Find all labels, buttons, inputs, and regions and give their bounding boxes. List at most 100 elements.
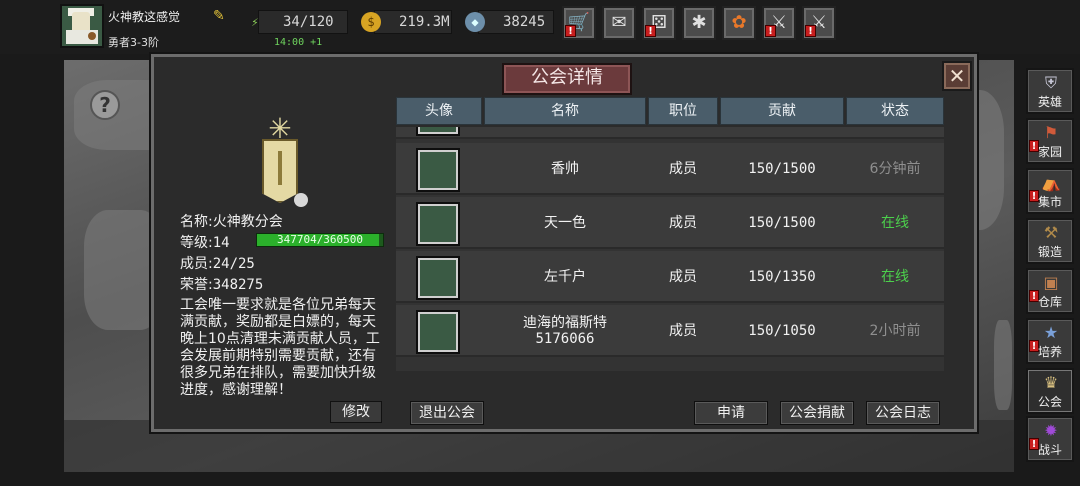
warehouse-icon: ▣	[1043, 273, 1059, 292]
energy-counter: ⚡ 34/120	[251, 10, 348, 34]
anvil-icon: ⚒	[1043, 223, 1059, 242]
castle-icon: ⚑	[1043, 123, 1059, 142]
skill-button-2[interactable]: ⚔!	[802, 6, 836, 40]
guild-level-row: 等级:14	[180, 232, 230, 252]
top-bar: 火神教这感觉 勇者3-3阶 ✎ ⚡ 34/120 14:00 +1 $ 219.…	[0, 0, 1080, 54]
guild-log-button[interactable]: 公会日志	[866, 401, 940, 425]
gamepad-button[interactable]: ⚄!	[642, 6, 676, 40]
table-row[interactable]: 左千户 成员 150/1350 在线	[396, 251, 944, 303]
close-button[interactable]: ✕	[942, 61, 972, 91]
member-status: 在线	[881, 269, 909, 285]
table-row[interactable]: 天一色 成员 150/1500 在线	[396, 197, 944, 249]
table-row[interactable]	[396, 127, 944, 139]
header-contribution: 贡献	[720, 97, 844, 125]
member-avatar[interactable]	[416, 310, 460, 354]
sidebar-item-label: 公会	[1037, 395, 1062, 409]
portal-icon: ✹	[1044, 421, 1058, 440]
sidebar-item-market[interactable]: ⛺ ! 集市	[1026, 168, 1074, 214]
sidebar-item-hero[interactable]: ⛨ 英雄	[1026, 68, 1074, 114]
guild-name-row: 名称:火神教分会	[180, 211, 283, 231]
guild-exp-bar: 347704/360500	[256, 233, 384, 247]
member-name: 左千户	[544, 269, 586, 285]
member-avatar[interactable]	[416, 202, 460, 246]
gold-value: 219.3M	[399, 14, 450, 30]
gear-icon: ✱	[691, 12, 707, 33]
energy-value: 34/120	[283, 14, 334, 30]
header-status: 状态	[846, 97, 944, 125]
member-position: 成员	[669, 323, 697, 339]
member-name: 迪海的福斯特	[523, 315, 607, 331]
sidebar-item-battle[interactable]: ✹ ! 战斗	[1026, 416, 1074, 462]
apply-button[interactable]: 申请	[694, 401, 768, 425]
guild-details-dialog: 公会详情 ✕ ✳ 名称:火神教分会 等级:14 347704/360500 成员…	[151, 54, 977, 432]
table-row[interactable]: 迪海的福斯特 5176066 成员 150/1050 2小时前	[396, 305, 944, 357]
header-position: 职位	[648, 97, 718, 125]
sidebar-item-forge[interactable]: ⚒ 锻造	[1026, 218, 1074, 264]
guild-honor-row: 荣誉:348275	[180, 274, 263, 294]
sidebar-item-warehouse[interactable]: ▣ ! 仓库	[1026, 268, 1074, 314]
guild-members-row: 成员:24/25	[180, 253, 255, 273]
sidebar-item-label: 战斗	[1037, 443, 1062, 457]
mail-icon: ✉	[611, 12, 627, 33]
sidebar-item-training[interactable]: ★ ! 培养	[1026, 318, 1074, 364]
gem-value: 38245	[503, 14, 546, 30]
alert-badge: !	[765, 25, 776, 37]
guild-donate-button[interactable]: 公会捐献	[780, 401, 854, 425]
shop-button[interactable]: 🛒!	[562, 6, 596, 40]
member-contribution: 150/1500	[748, 215, 816, 231]
guild-level-value: 14	[212, 235, 230, 251]
guild-honor-value: 348275	[212, 277, 264, 293]
modify-button[interactable]: 修改	[330, 401, 382, 423]
member-avatar[interactable]	[416, 256, 460, 300]
member-position: 成员	[669, 215, 697, 231]
mail-button[interactable]: ✉	[602, 6, 636, 40]
member-contribution: 150/1350	[748, 269, 816, 285]
sidebar-item-guild[interactable]: ♛ 公会	[1026, 368, 1074, 414]
sidebar-item-label: 家园	[1037, 145, 1062, 159]
gem-counter: ◆ 38245	[465, 10, 554, 34]
guild-honor-label: 荣誉:	[180, 277, 213, 293]
sidebar-item-label: 培养	[1037, 345, 1062, 359]
guild-exp-text: 347704/360500	[276, 233, 364, 246]
quit-guild-button[interactable]: 退出公会	[410, 401, 484, 425]
member-name-block: 迪海的福斯特 5176066	[484, 305, 646, 357]
training-icon: ★	[1043, 323, 1059, 342]
settings-button[interactable]: ✱	[682, 6, 716, 40]
alert-badge: !	[805, 25, 816, 37]
sidebar-item-label: 锻造	[1037, 245, 1062, 259]
member-avatar[interactable]	[416, 148, 460, 192]
help-icon[interactable]: ?	[90, 90, 120, 120]
member-position: 成员	[669, 269, 697, 285]
sidebar-item-label: 仓库	[1037, 295, 1062, 309]
member-status: 6分钟前	[869, 161, 921, 177]
player-name: 火神教这感觉	[108, 10, 181, 24]
sidebar-item-home[interactable]: ⚑ ! 家园	[1026, 118, 1074, 164]
table-row[interactable]: 香帅 成员 150/1500 6分钟前	[396, 143, 944, 195]
color-wheel-icon: ✿	[731, 12, 747, 33]
player-avatar[interactable]	[60, 4, 104, 48]
skill-button-1[interactable]: ⚔!	[762, 6, 796, 40]
table-header: 头像 名称 职位 贡献 状态	[396, 97, 944, 125]
member-contribution: 150/1500	[748, 161, 816, 177]
member-contribution: 150/1050	[748, 323, 816, 339]
badge-icon	[294, 193, 308, 207]
guild-members-label: 成员:	[180, 256, 213, 272]
guild-name-value: 火神教分会	[212, 214, 283, 230]
banner-icon	[262, 139, 298, 203]
event-wheel-button[interactable]: ✿	[722, 6, 756, 40]
sidebar-item-label: 集市	[1037, 195, 1062, 209]
member-rows[interactable]: 香帅 成员 150/1500 6分钟前 天一色 成员 150/1500 在线 左…	[396, 127, 944, 371]
member-avatar[interactable]	[416, 127, 460, 136]
close-icon: ✕	[948, 64, 966, 88]
member-status: 在线	[881, 215, 909, 231]
dialog-title: 公会详情	[502, 63, 632, 95]
sidebar-item-label: 英雄	[1037, 95, 1062, 109]
edit-name-icon[interactable]: ✎	[213, 8, 229, 24]
gem-icon: ◆	[465, 12, 485, 32]
header-avatar: 头像	[396, 97, 482, 125]
lightning-icon: ⚡	[251, 15, 259, 29]
background-wall	[994, 320, 1012, 410]
helmet-icon: ⛨	[1044, 73, 1057, 92]
guild-members-value: 24/25	[212, 256, 255, 272]
guild-description: 工会唯一要求就是各位兄弟每天满贡献，奖励都是白嫖的，每天晚上10点清理未满贡献人…	[180, 297, 380, 398]
